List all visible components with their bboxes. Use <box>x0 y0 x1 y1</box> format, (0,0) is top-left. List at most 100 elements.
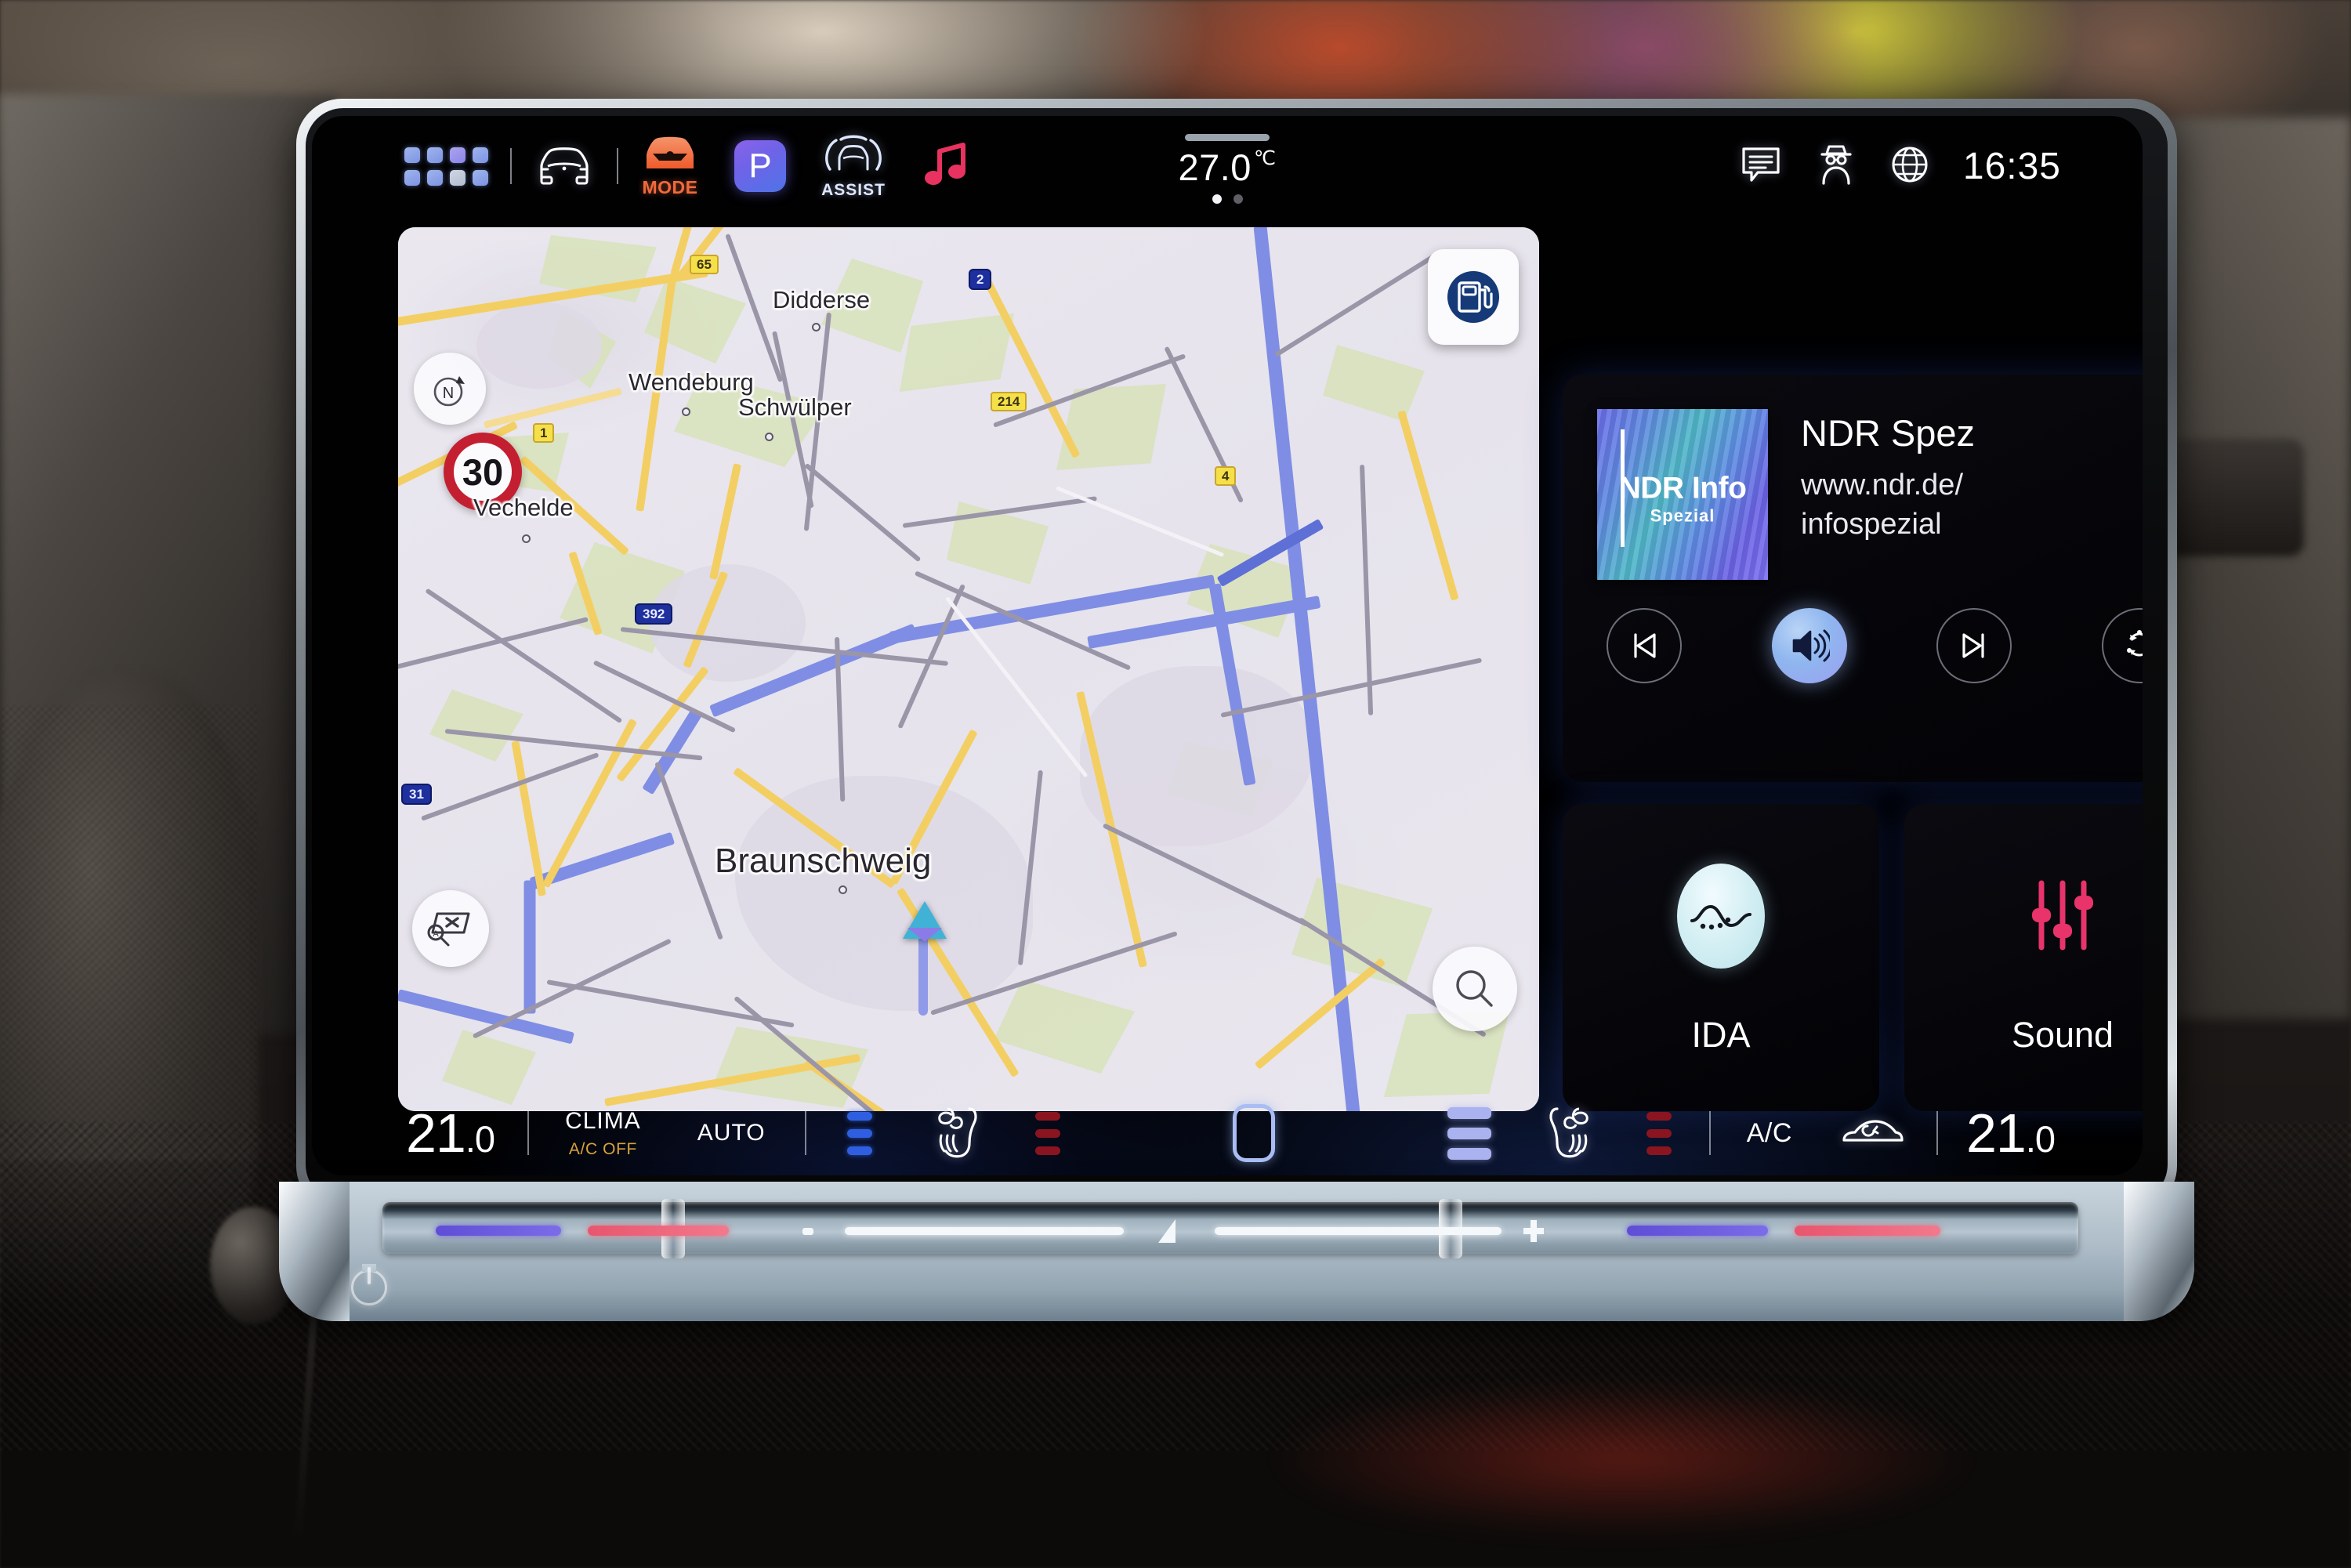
app-grid-icon <box>404 147 488 186</box>
place-label: Vechelde <box>473 494 574 521</box>
place-label: Wendeburg <box>629 368 754 396</box>
media-header: NDR Info Spezial NDR Spez www.ndr.de/ in… <box>1563 375 2143 580</box>
road-shield: 65 <box>690 255 719 274</box>
message-icon[interactable] <box>1739 143 1783 190</box>
road-shield: 2 <box>969 269 992 290</box>
search-icon <box>1456 970 1493 1007</box>
media-note-icon <box>921 140 971 193</box>
driver-temperature-value: 21 <box>406 1103 466 1164</box>
media-widget[interactable]: NDR Info Spezial NDR Spez www.ndr.de/ in… <box>1563 375 2143 782</box>
outside-temperature: 27.0 ℃ <box>1178 146 1277 188</box>
passenger-temp-slider-warm[interactable] <box>1795 1226 1940 1236</box>
auto-climate-button[interactable]: AUTO <box>697 1120 766 1146</box>
driving-mode-label: MODE <box>642 177 698 197</box>
compass-north-icon: N <box>433 376 465 407</box>
outside-temperature-unit: ℃ <box>1253 147 1277 169</box>
ida-tile-label: IDA <box>1691 1014 1751 1055</box>
vehicle-icon <box>534 143 595 190</box>
driving-mode-button[interactable]: MODE <box>640 116 700 216</box>
road-shield: 392 <box>635 603 673 625</box>
driver-temperature-decimal: .0 <box>465 1118 495 1160</box>
vehicle-button[interactable] <box>534 116 595 216</box>
ida-tile[interactable]: IDA <box>1563 804 1879 1111</box>
navigation-map[interactable]: 30 N A 65 2 214 4 1 392 31 Didderse Wend… <box>398 227 1539 1111</box>
album-art-line1: NDR Info <box>1618 471 1747 505</box>
road-shield: 4 <box>1215 466 1237 486</box>
place-dot <box>682 407 690 416</box>
place-label: Schwülper <box>738 393 852 421</box>
page-indicator-dots <box>1212 194 1243 204</box>
driver-temperature-button[interactable]: 21.0 <box>406 1103 495 1164</box>
road-shield: 31 <box>401 784 432 805</box>
driver-temp-slider-warm[interactable] <box>588 1226 729 1236</box>
infotainment-unit: MODE P ASSIST 27.0 ℃ 16:35 30 N A 65 2 2… <box>279 99 2194 1321</box>
place-label: Braunschweig <box>715 842 932 880</box>
place-dot <box>522 534 531 543</box>
climate-bar: 21.0 CLIMA A/C OFF AUTO A/C 21.0 <box>312 1091 2143 1175</box>
touch-slider-bar[interactable] <box>382 1199 2078 1258</box>
page-dot-1[interactable] <box>1212 194 1222 204</box>
air-recirculation-button[interactable] <box>1839 1114 1905 1153</box>
previous-track-button[interactable] <box>1607 608 1682 683</box>
volume-mute-button[interactable] <box>1771 608 1847 683</box>
driver-temp-slider-cool[interactable] <box>436 1226 561 1236</box>
air-recirculation-icon <box>1842 1119 1904 1142</box>
source-cycle-button[interactable] <box>2101 608 2143 683</box>
map-motorway <box>523 880 536 1014</box>
home-menu-button[interactable] <box>1232 1104 1275 1162</box>
volume-minus-icon[interactable] <box>802 1228 813 1235</box>
divider <box>510 148 512 184</box>
passenger-temp-slider-cool[interactable] <box>1627 1226 1768 1236</box>
ac-state-label: A/C OFF <box>568 1139 637 1158</box>
road-shield: 1 <box>533 423 555 443</box>
passenger-temperature-value: 21 <box>1965 1103 2027 1164</box>
poi-fuel-station-button[interactable] <box>1428 249 1519 345</box>
travel-assist-button[interactable]: ASSIST <box>820 116 886 216</box>
seat-heat-left-indicator[interactable] <box>1034 1111 1060 1155</box>
volume-slider-right[interactable] <box>1215 1227 1502 1235</box>
divider <box>617 148 618 184</box>
page-dot-2[interactable] <box>1233 194 1243 204</box>
sound-tile[interactable]: Sound <box>1904 804 2143 1111</box>
clima-button[interactable]: CLIMA A/C OFF <box>565 1109 641 1158</box>
volume-plus-icon[interactable] <box>1523 1220 1544 1242</box>
map-view-mode-button[interactable]: A <box>412 890 489 967</box>
drag-handle[interactable] <box>1185 133 1270 141</box>
divider <box>527 1111 530 1155</box>
next-track-icon <box>1962 633 1984 658</box>
ac-toggle-button[interactable]: A/C <box>1747 1118 1792 1149</box>
source-cycle-icon <box>2126 630 2143 657</box>
fan-level-indicator[interactable] <box>1447 1106 1491 1160</box>
travel-assist-icon <box>820 133 886 179</box>
place-label: Didderse <box>773 286 871 313</box>
seat-heat-right-indicator[interactable] <box>1646 1111 1672 1155</box>
status-bar-right: 16:35 <box>1739 116 2061 216</box>
volume-slider-left[interactable] <box>845 1227 1124 1235</box>
road-shield: 214 <box>991 392 1027 411</box>
app-grid-button[interactable] <box>404 116 488 216</box>
media-button[interactable] <box>921 116 971 216</box>
globe-online-icon[interactable] <box>1889 144 1930 189</box>
privacy-incognito-icon[interactable] <box>1816 143 1857 190</box>
compass-north-button[interactable]: N <box>414 353 486 425</box>
media-station-name: NDR Spez <box>1801 412 1976 454</box>
park-assist-button[interactable]: P <box>734 116 786 216</box>
seat-climate-left-button[interactable] <box>929 1103 984 1164</box>
map-urban-area <box>476 302 602 389</box>
divider <box>804 1111 806 1155</box>
media-url-line2: infospezial <box>1801 507 1942 541</box>
map-urban-area <box>649 564 806 682</box>
seat-ventilation-icon <box>1549 1106 1588 1157</box>
clock: 16:35 <box>1962 145 2061 187</box>
next-track-button[interactable] <box>1936 608 2012 683</box>
passenger-temperature-button[interactable]: 21.0 <box>1965 1103 2056 1164</box>
media-metadata: NDR Spez www.ndr.de/ infospezial <box>1801 409 1975 580</box>
ida-assistant-icon <box>1677 863 1765 969</box>
touchscreen[interactable]: MODE P ASSIST 27.0 ℃ 16:35 30 N A 65 2 2… <box>312 116 2143 1175</box>
power-button[interactable] <box>351 1264 387 1305</box>
map-search-button[interactable] <box>1433 947 1517 1031</box>
svg-text:N: N <box>443 385 454 402</box>
seat-climate-right-button[interactable] <box>1543 1103 1598 1164</box>
outside-temperature-value: 27.0 <box>1178 146 1252 188</box>
fan-level-left-indicator[interactable] <box>846 1111 872 1155</box>
